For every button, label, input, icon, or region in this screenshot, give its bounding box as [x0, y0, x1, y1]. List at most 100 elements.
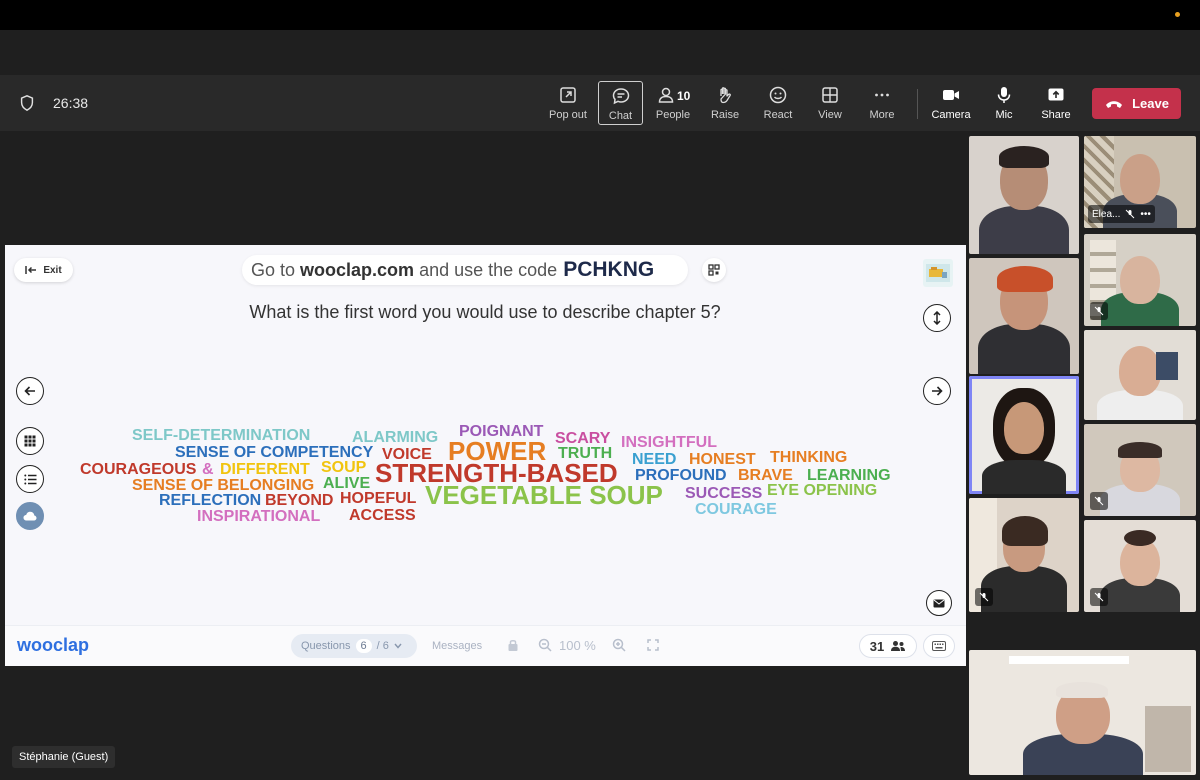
mic-muted-indicator — [1090, 492, 1108, 510]
mic-muted-icon — [1094, 592, 1104, 602]
word-cloud-word: BEYOND — [265, 492, 333, 509]
camera-label: Camera — [931, 109, 971, 121]
participant-tile[interactable] — [969, 498, 1079, 612]
share-screen-icon — [1048, 88, 1064, 101]
raise-hand-button[interactable]: Raise — [701, 81, 749, 125]
word-cloud-word: HONEST — [689, 451, 756, 468]
questions-label: Questions — [301, 640, 351, 652]
pop-out-icon — [560, 87, 576, 103]
meeting-toolbar: 26:38 Pop out Chat 10 People Raise React… — [0, 75, 1200, 131]
word-cloud-word: SELF-DETERMINATION — [132, 427, 310, 444]
camera-button[interactable]: Camera — [927, 81, 975, 125]
meeting-timer: 26:38 — [53, 95, 89, 111]
participant-count: 31 — [869, 638, 885, 654]
word-cloud-word: HOPEFUL — [340, 490, 417, 507]
wooclap-logo: wooclap — [17, 635, 90, 655]
participant-count-badge[interactable]: 31 — [859, 634, 917, 658]
view-label: View — [818, 109, 842, 121]
mic-muted-icon — [979, 592, 989, 602]
people-icon — [891, 641, 906, 651]
zoom-in-icon[interactable] — [611, 637, 627, 653]
camera-icon — [943, 90, 959, 100]
status-dot — [1175, 12, 1180, 17]
mic-muted-indicator — [1090, 588, 1108, 606]
share-button[interactable]: Share — [1032, 81, 1080, 125]
word-cloud-word: EYE OPENING — [767, 482, 877, 499]
participant-tile[interactable] — [1084, 234, 1196, 326]
mic-muted-icon — [1126, 209, 1135, 219]
lock-icon[interactable] — [505, 637, 521, 653]
questions-tab[interactable]: Questions 6 / 6 — [291, 634, 417, 658]
wooclap-presentation: Exit Go to wooclap.com and use the code … — [5, 245, 966, 666]
participant-tile[interactable] — [1084, 330, 1196, 420]
share-label: Share — [1041, 109, 1071, 121]
participant-tile[interactable]: Elea... ••• — [1084, 136, 1196, 228]
mic-muted-indicator — [975, 588, 993, 606]
raise-hand-icon — [720, 87, 731, 104]
word-cloud-word: REFLECTION — [159, 492, 261, 509]
mic-muted-icon — [1094, 306, 1104, 316]
mic-button[interactable]: Mic — [980, 81, 1028, 125]
people-button[interactable]: 10 People — [649, 81, 697, 125]
grid-view-icon — [822, 87, 838, 103]
more-dots-icon — [875, 93, 889, 97]
react-button[interactable]: React — [754, 81, 802, 125]
word-cloud-word: INSPIRATIONAL — [197, 508, 320, 525]
top-blank-area — [0, 30, 1200, 75]
word-cloud-word: SUCCESS — [685, 485, 763, 502]
more-label: More — [869, 109, 895, 121]
chat-icon — [612, 88, 629, 105]
messages-tab[interactable]: Messages — [432, 640, 482, 652]
self-video-tile[interactable] — [969, 650, 1196, 775]
people-label: People — [655, 109, 691, 121]
microphone-icon — [997, 87, 1011, 103]
hang-up-icon — [1106, 100, 1123, 108]
word-cloud-word: DIFFERENT — [220, 461, 310, 478]
raise-label: Raise — [710, 109, 740, 121]
mic-muted-indicator — [1090, 302, 1108, 320]
zoom-level: 100 % — [559, 638, 596, 653]
more-dots-icon[interactable]: ••• — [1140, 209, 1151, 220]
zoom-out-icon[interactable] — [537, 637, 553, 653]
wooclap-footer: wooclap Questions 6 / 6 Messages 100 % 3… — [5, 625, 966, 666]
chat-button[interactable]: Chat — [598, 81, 643, 125]
pop-out-label: Pop out — [549, 109, 587, 121]
mic-label: Mic — [995, 109, 1013, 121]
toolbar-divider — [917, 89, 918, 119]
word-cloud-word: NEED — [632, 451, 676, 468]
pop-out-button[interactable]: Pop out — [544, 81, 592, 125]
self-name-tag: Stéphanie (Guest) — [12, 746, 116, 768]
participant-tile[interactable] — [1084, 520, 1196, 612]
participant-tile-active-speaker[interactable] — [969, 376, 1079, 494]
word-cloud-word: ACCESS — [349, 507, 416, 524]
word-cloud: SELF-DETERMINATION ALARMING POIGNANT SCA… — [80, 423, 891, 525]
word-cloud-word: COURAGEOUS — [80, 461, 197, 478]
question-total: / 6 — [376, 640, 389, 652]
keyboard-icon — [932, 641, 946, 651]
chat-label: Chat — [608, 110, 633, 122]
word-cloud-word: SOUP — [321, 459, 367, 476]
people-count: 10 — [677, 89, 691, 103]
participant-name: Elea... — [1092, 208, 1121, 220]
view-button[interactable]: View — [806, 81, 854, 125]
leave-button[interactable]: Leave — [1092, 88, 1181, 119]
leave-label: Leave — [1132, 96, 1169, 111]
fullscreen-icon[interactable] — [645, 637, 661, 653]
word-cloud-word: & — [202, 461, 214, 478]
teams-meeting-window: 26:38 Pop out Chat 10 People Raise React… — [0, 0, 1200, 780]
people-icon — [658, 87, 674, 103]
word-cloud-word: COURAGE — [695, 501, 777, 518]
participant-name-tag: Elea... ••• — [1088, 205, 1155, 223]
word-cloud-word: THINKING — [770, 449, 847, 466]
participant-tile[interactable] — [969, 258, 1079, 374]
participant-tile[interactable] — [969, 136, 1079, 254]
word-cloud-word: VEGETABLE SOUP — [425, 480, 663, 510]
smiley-icon — [769, 86, 787, 104]
more-button[interactable]: More — [858, 81, 906, 125]
question-current: 6 — [355, 639, 372, 653]
mic-muted-icon — [1094, 496, 1104, 506]
keyboard-button[interactable] — [923, 634, 955, 658]
participant-tile[interactable] — [1084, 424, 1196, 516]
shield-icon[interactable] — [18, 94, 36, 112]
react-label: React — [763, 109, 793, 121]
